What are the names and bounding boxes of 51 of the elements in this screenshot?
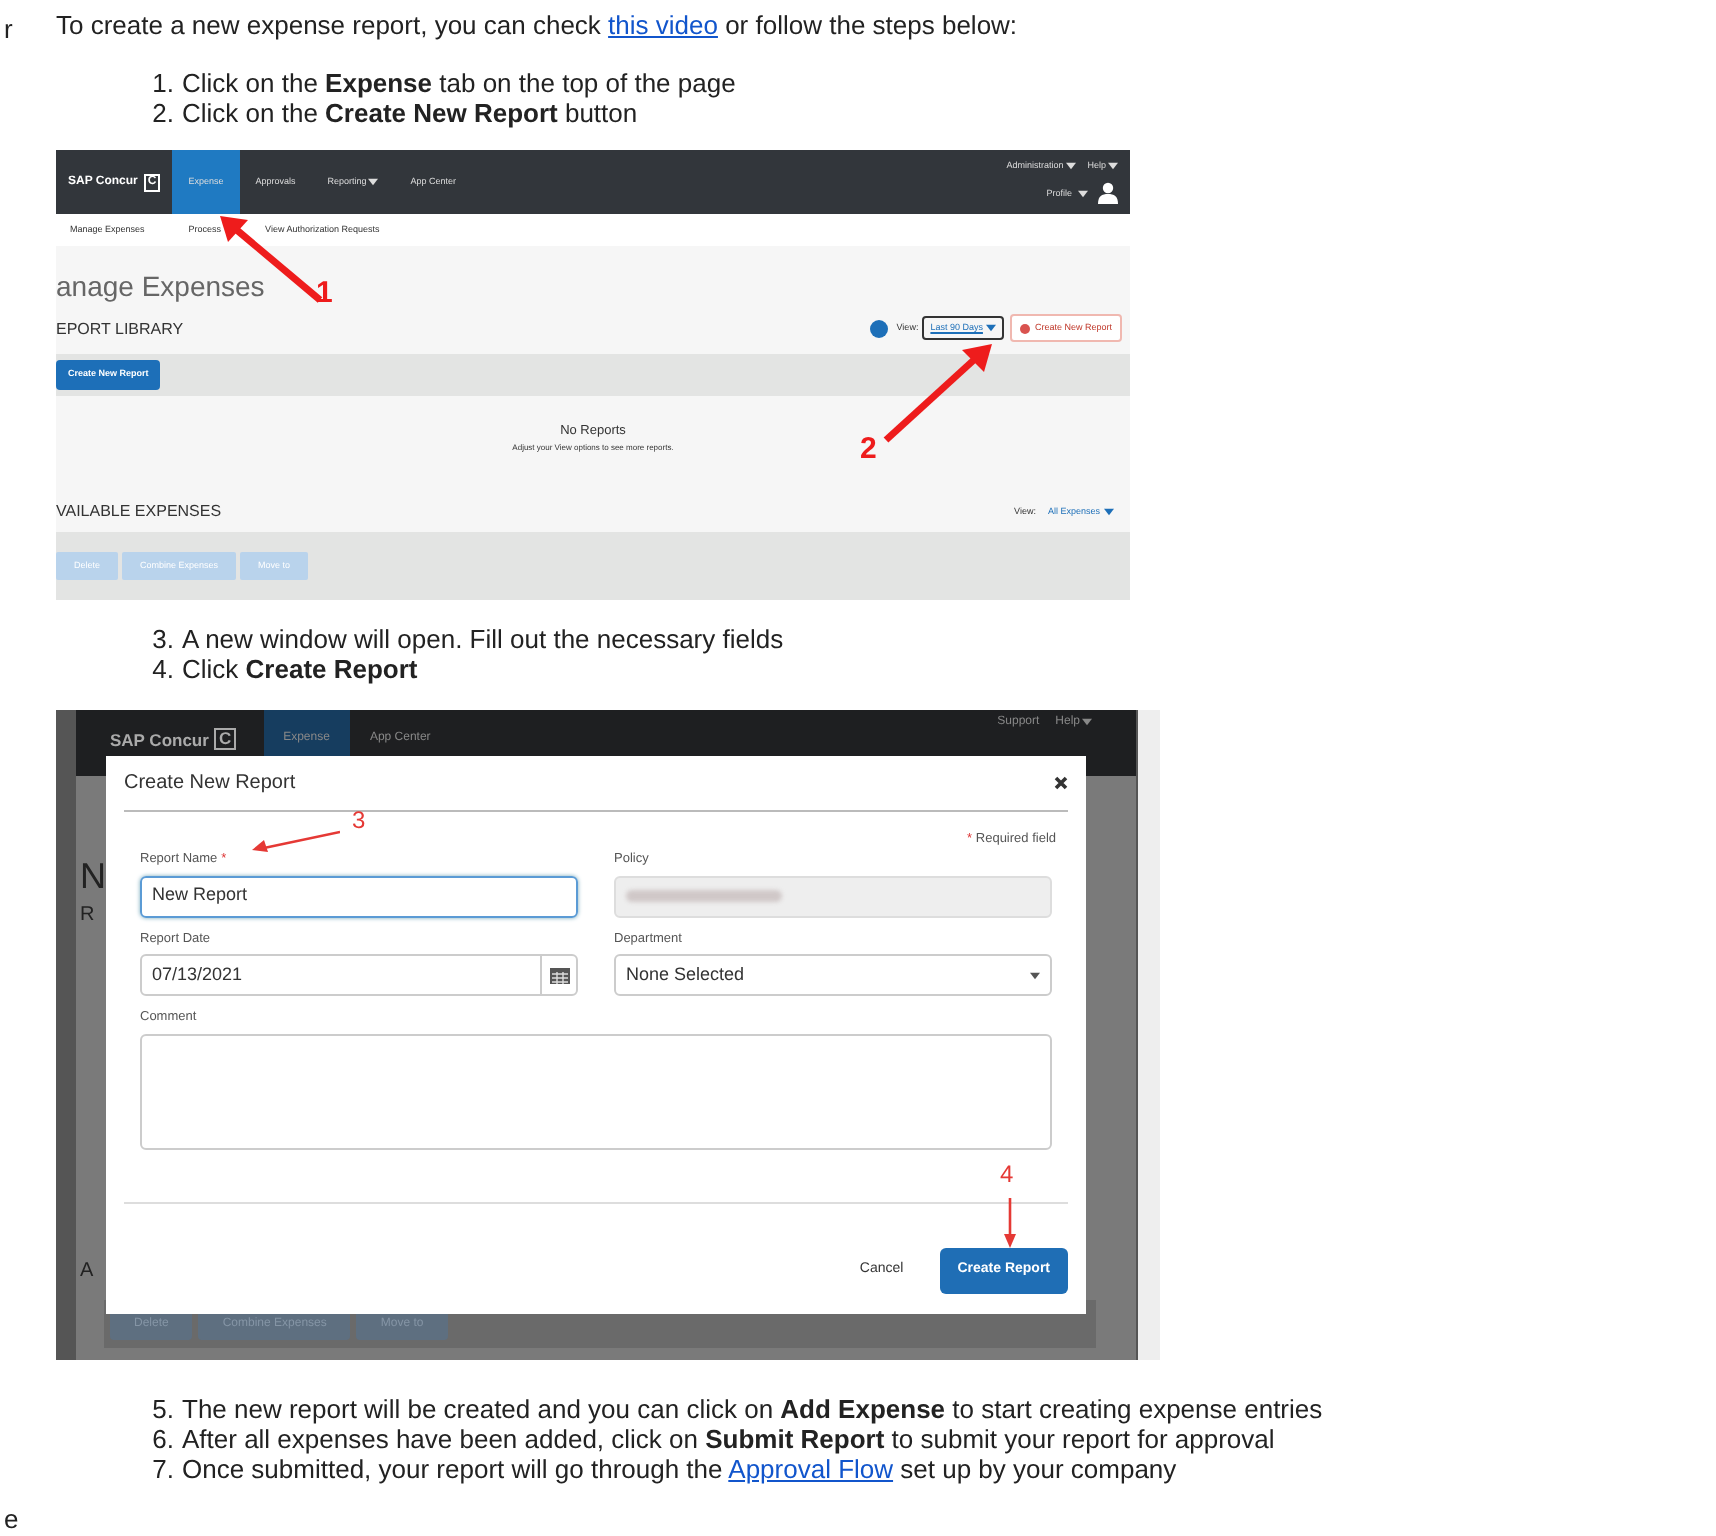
annotation-number: 2: [860, 434, 877, 466]
page-letter: A: [80, 1260, 94, 1284]
comment-field[interactable]: [140, 1034, 1052, 1150]
step-number: 6.: [150, 1424, 176, 1454]
caret-icon: [368, 178, 379, 186]
step-number: 4.: [150, 654, 176, 684]
step-text: A new window will open. Fill out the necessary fields: [182, 624, 784, 654]
caret-icon: [1104, 508, 1114, 516]
caret-icon: [1030, 971, 1040, 980]
text-fragment: e: [4, 1502, 19, 1536]
step-text: The new report will be created and you can click on Add Expense to start creating expense entries: [182, 1394, 1323, 1424]
link[interactable]: this video: [608, 10, 718, 40]
annotation-number: 4: [1000, 1162, 1014, 1186]
step-number: 3.: [150, 624, 176, 654]
annotation-arrow: [252, 830, 340, 854]
user-icon: [1098, 182, 1118, 205]
section-heading: VAILABLE EXPENSES: [56, 500, 222, 524]
step-number: 2.: [150, 98, 176, 128]
step-text: Click Create Report: [182, 654, 418, 684]
intro-text: To create a new expense report, you can check this video or follow the steps below:: [56, 10, 1020, 40]
link[interactable]: Approval Flow: [728, 1454, 894, 1484]
modal-title: Create New Report: [124, 770, 296, 798]
caret-icon: [1108, 162, 1118, 170]
caret-icon: [1082, 718, 1092, 726]
step-text: Click on the Create New Report button: [182, 98, 638, 128]
page-letter: R: [80, 904, 95, 928]
logo-text: SAP Concur: [110, 728, 209, 754]
annotation-arrow: [880, 344, 992, 444]
step-text: Click on the Expense tab on the top of the page: [182, 68, 736, 98]
caret-icon: [1078, 189, 1088, 198]
close-icon[interactable]: [1054, 776, 1068, 790]
select-field[interactable]: None Selected: [614, 954, 1052, 997]
calendar-icon[interactable]: [549, 967, 569, 984]
step-text: After all expenses have been added, click on Submit Report to submit your report for approval: [182, 1424, 1275, 1454]
caret-icon: [1065, 162, 1076, 170]
date-field[interactable]: 07/13/2021: [140, 954, 578, 997]
page-letter: N: [80, 856, 106, 896]
step-number: 1.: [150, 68, 176, 98]
text-field[interactable]: New Report: [140, 875, 578, 917]
step-number: 7.: [150, 1454, 176, 1484]
annotation-number: 3: [352, 808, 366, 832]
text-fragment: r: [4, 12, 13, 48]
page-title: anage Expenses: [56, 270, 265, 302]
annotation-arrow: [1004, 1198, 1016, 1248]
logo-mark: C: [214, 728, 236, 750]
annotation-number: 1: [316, 278, 333, 310]
section-heading: EPORT LIBRARY: [56, 319, 184, 337]
add-icon: [1020, 323, 1031, 333]
step-number: 5.: [150, 1394, 176, 1424]
step-text: Once submitted, your report will go through the Approval Flow set up by your company: [182, 1454, 1177, 1484]
caret-icon: [986, 324, 997, 332]
